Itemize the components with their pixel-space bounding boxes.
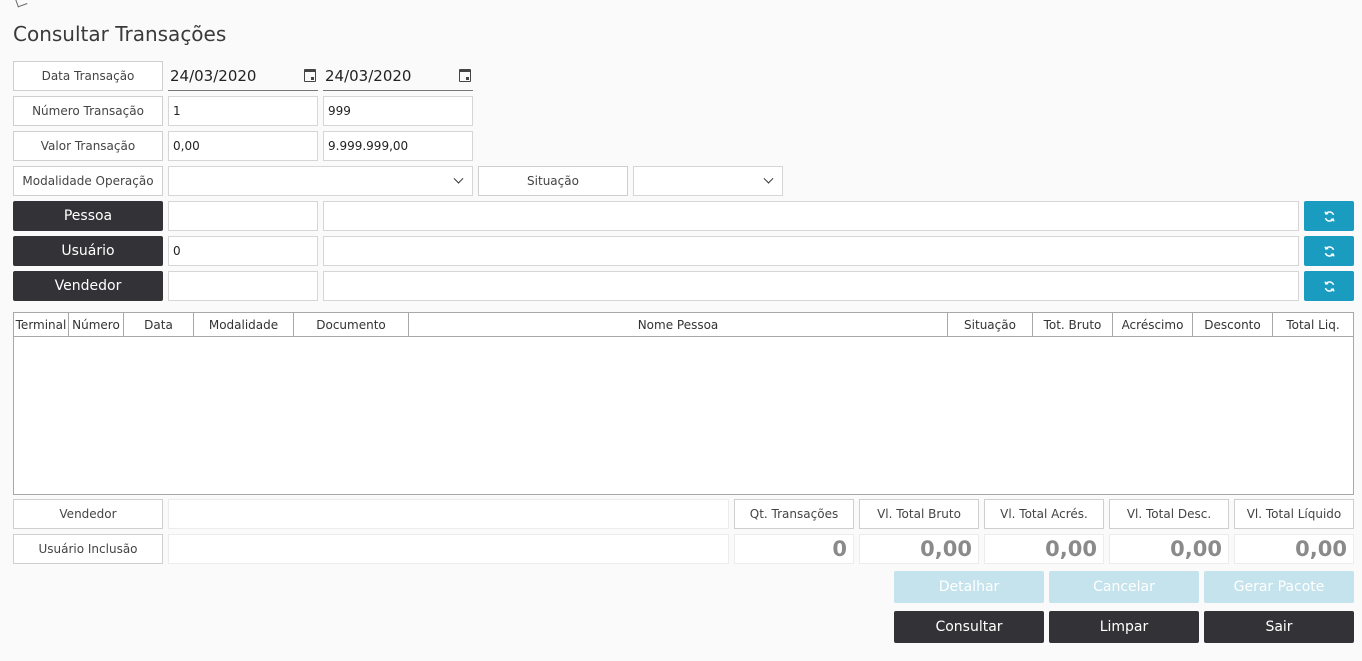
vendedor-nome-input[interactable] [323, 271, 1299, 301]
usuario-button[interactable]: Usuário [13, 236, 163, 266]
page-title: Consultar Transações [13, 22, 227, 46]
usuario-codigo-input[interactable]: 0 [168, 236, 318, 266]
col-documento[interactable]: Documento [294, 313, 409, 336]
col-acrescimo[interactable]: Acréscimo [1113, 313, 1193, 336]
modalidade-operacao-select[interactable] [168, 166, 473, 196]
col-desconto[interactable]: Desconto [1193, 313, 1273, 336]
modalidade-operacao-label: Modalidade Operação [13, 166, 163, 196]
detalhar-button[interactable]: Detalhar [894, 571, 1044, 603]
sair-button[interactable]: Sair [1204, 611, 1354, 643]
pessoa-refresh-button[interactable] [1304, 201, 1354, 231]
col-numero[interactable]: Número [69, 313, 124, 336]
vl-total-bruto-value: 0,00 [859, 534, 979, 564]
usuario-nome-input[interactable] [323, 236, 1299, 266]
vl-total-acres-value: 0,00 [984, 534, 1104, 564]
vl-total-liquido-value: 0,00 [1234, 534, 1354, 564]
summary-usuario-inclusao-value [168, 534, 729, 564]
vendedor-refresh-button[interactable] [1304, 271, 1354, 301]
vl-total-acres-label: Vl. Total Acrés. [984, 499, 1104, 529]
pessoa-nome-input[interactable] [323, 201, 1299, 231]
mouse-cursor [14, 0, 28, 8]
vendedor-codigo-input[interactable] [168, 271, 318, 301]
numero-transacao-label: Número Transação [13, 96, 163, 126]
data-inicio-value: 24/03/2020 [170, 67, 257, 85]
valor-fim-input[interactable]: 9.999.999,00 [323, 131, 473, 161]
summary-vendedor-label: Vendedor [13, 499, 163, 529]
numero-inicio-input[interactable]: 1 [168, 96, 318, 126]
vl-total-desc-label: Vl. Total Desc. [1109, 499, 1229, 529]
calendar-icon[interactable] [459, 69, 471, 82]
usuario-refresh-button[interactable] [1304, 236, 1354, 266]
data-fim-value: 24/03/2020 [325, 67, 412, 85]
limpar-button[interactable]: Limpar [1049, 611, 1199, 643]
grid-body [14, 337, 1353, 494]
valor-transacao-label: Valor Transação [13, 131, 163, 161]
summary-vendedor-value [168, 499, 729, 529]
qt-transacoes-label: Qt. Transações [734, 499, 854, 529]
cancelar-button[interactable]: Cancelar [1049, 571, 1199, 603]
valor-inicio-input[interactable]: 0,00 [168, 131, 318, 161]
refresh-icon [1323, 280, 1335, 292]
col-modalidade[interactable]: Modalidade [194, 313, 294, 336]
qt-transacoes-value: 0 [734, 534, 854, 564]
data-transacao-label: Data Transação [13, 61, 163, 91]
refresh-icon [1323, 245, 1335, 257]
chevron-down-icon[interactable] [444, 167, 472, 195]
col-nome-pessoa[interactable]: Nome Pessoa [409, 313, 948, 336]
vl-total-liquido-label: Vl. Total Líquido [1234, 499, 1354, 529]
consultar-button[interactable]: Consultar [894, 611, 1044, 643]
calendar-icon[interactable] [304, 69, 316, 82]
vl-total-bruto-label: Vl. Total Bruto [859, 499, 979, 529]
grid-header: Terminal Número Data Modalidade Document… [14, 313, 1353, 337]
col-terminal[interactable]: Terminal [14, 313, 69, 336]
col-data[interactable]: Data [124, 313, 194, 336]
summary-usuario-inclusao-label: Usuário Inclusão [13, 534, 163, 564]
pessoa-codigo-input[interactable] [168, 201, 318, 231]
data-fim-field[interactable]: 24/03/2020 [323, 62, 473, 91]
situacao-select[interactable] [633, 166, 783, 196]
transactions-grid[interactable]: Terminal Número Data Modalidade Document… [13, 312, 1354, 495]
chevron-down-icon[interactable] [754, 167, 782, 195]
numero-fim-input[interactable]: 999 [323, 96, 473, 126]
situacao-label: Situação [478, 166, 628, 196]
vl-total-desc-value: 0,00 [1109, 534, 1229, 564]
col-tot-bruto[interactable]: Tot. Bruto [1033, 313, 1113, 336]
col-total-liq[interactable]: Total Liq. [1273, 313, 1353, 336]
data-inicio-field[interactable]: 24/03/2020 [168, 62, 318, 91]
refresh-icon [1323, 210, 1335, 222]
vendedor-button[interactable]: Vendedor [13, 271, 163, 301]
gerar-pacote-button[interactable]: Gerar Pacote [1204, 571, 1354, 603]
col-situacao[interactable]: Situação [948, 313, 1033, 336]
pessoa-button[interactable]: Pessoa [13, 201, 163, 231]
